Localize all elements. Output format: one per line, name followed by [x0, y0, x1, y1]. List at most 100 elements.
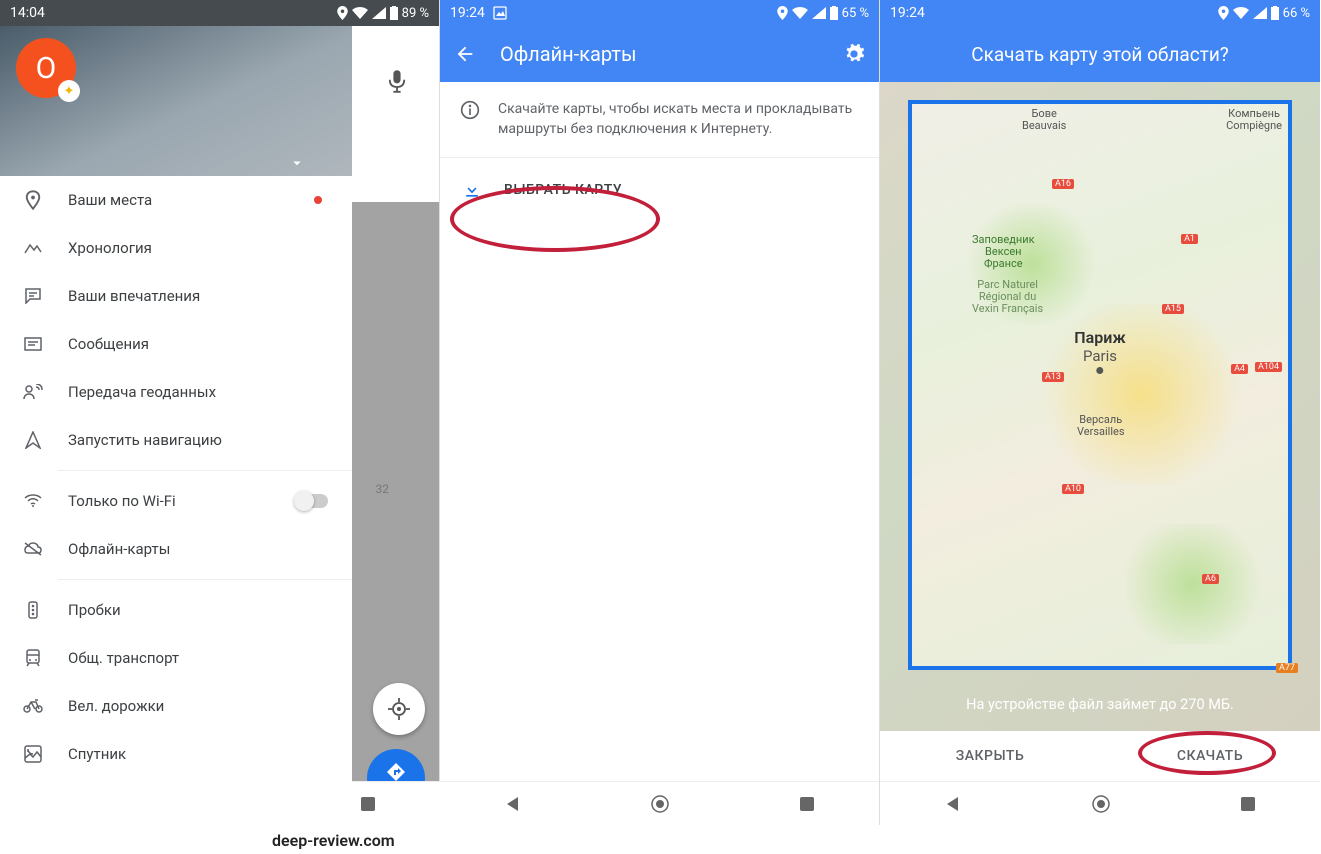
status-time: 19:24 [890, 5, 925, 21]
watermark: deep-review.com [272, 831, 395, 850]
menu-label: Вел. дорожки [68, 697, 164, 715]
menu-timeline[interactable]: Хронология [0, 224, 352, 272]
menu-label: Ваши впечатления [68, 287, 200, 305]
cloud-off-icon [22, 541, 44, 557]
status-bar: 19:24 65 % [440, 0, 879, 26]
menu-traffic[interactable]: Пробки [0, 586, 352, 634]
chevron-down-icon[interactable] [288, 154, 306, 172]
my-location-button[interactable] [373, 683, 425, 735]
pin-icon [22, 190, 44, 210]
image-icon [493, 6, 507, 20]
info-icon [460, 100, 480, 139]
directions-icon [387, 763, 405, 781]
menu-label: Общ. транспорт [68, 649, 179, 667]
timeline-icon [22, 241, 44, 255]
menu-start-navigation[interactable]: Запустить навигацию [0, 416, 352, 464]
download-button[interactable]: СКАЧАТЬ [1100, 731, 1320, 781]
recent-nav-icon[interactable] [360, 796, 376, 812]
city-beauvais: БовеBeauvais [1022, 108, 1066, 132]
signal-icon [1253, 7, 1267, 19]
gear-icon [843, 43, 865, 65]
menu-label: Хронология [68, 239, 152, 257]
road-badge: A4 [1231, 364, 1248, 374]
screen-drawer: 14:04 89 % O ✦ [0, 0, 440, 825]
home-nav-icon[interactable] [650, 794, 670, 814]
menu-label: Сообщения [68, 335, 149, 353]
download-icon [462, 180, 482, 200]
menu-satellite[interactable]: Спутник [0, 730, 352, 778]
transit-icon [22, 649, 44, 667]
road-badge: A77 [1276, 663, 1298, 673]
location-icon [1218, 6, 1229, 20]
bike-icon [22, 699, 44, 713]
map-selection-frame[interactable]: Париж Paris ВерсальVersailles БовеBeauva… [908, 100, 1292, 670]
road-badge: A104 [1255, 362, 1282, 372]
map-area[interactable]: Париж Paris ВерсальVersailles БовеBeauva… [880, 82, 1320, 731]
city-paris: Париж Paris [1074, 328, 1125, 374]
app-bar: Офлайн-карты [440, 26, 879, 82]
info-banner: Скачайте карты, чтобы искать места и про… [440, 82, 879, 158]
cancel-button[interactable]: ЗАКРЫТЬ [880, 731, 1100, 781]
back-button[interactable] [454, 43, 476, 65]
download-title: Скачать карту этой области? [880, 26, 1320, 82]
city-versailles: ВерсальVersailles [1077, 414, 1125, 438]
action-bar: ЗАКРЫТЬ СКАЧАТЬ [880, 731, 1320, 781]
menu-label: Передача геоданных [68, 383, 216, 401]
signal-icon [372, 7, 386, 19]
road-badge: A1 [1181, 234, 1198, 244]
avatar-letter: O [36, 51, 57, 86]
status-time: 19:24 [450, 5, 485, 21]
wifi-icon [1233, 7, 1249, 19]
android-navbar [440, 781, 879, 825]
avatar[interactable]: O ✦ [16, 38, 76, 98]
select-map-button[interactable]: ВЫБРАТЬ КАРТУ [440, 158, 879, 222]
wifi-icon [792, 7, 808, 19]
app-bar-title: Офлайн-карты [500, 42, 819, 66]
android-navbar [880, 781, 1320, 825]
map-background[interactable]: 32 В ПУТЬ [351, 202, 439, 825]
location-icon [777, 6, 788, 20]
wifi-only-toggle[interactable] [294, 494, 328, 508]
recent-nav-icon[interactable] [799, 796, 815, 812]
home-nav-icon[interactable] [1091, 794, 1111, 814]
road-badge: A10 [1062, 484, 1084, 494]
voice-search-button[interactable] [373, 57, 421, 105]
menu-transit[interactable]: Общ. транспорт [0, 634, 352, 682]
crosshair-icon [388, 698, 410, 720]
menu-label: Запустить навигацию [68, 431, 222, 449]
status-battery: 89 % [402, 6, 429, 21]
location-share-icon [22, 384, 44, 400]
download-size-text: На устройстве файл займет до 270 МБ. [880, 696, 1320, 713]
settings-button[interactable] [843, 43, 865, 65]
traffic-icon [22, 601, 44, 619]
road-badge: A15 [1162, 304, 1184, 314]
park-vexin-ru: Заповедник Вексен Франсе [972, 234, 1035, 270]
recent-nav-icon[interactable] [1240, 796, 1256, 812]
map-label: 32 [376, 482, 390, 496]
menu-label: Только по Wi-Fi [68, 492, 176, 510]
status-battery: 65 % [842, 6, 869, 21]
road-badge: A6 [1202, 574, 1219, 584]
wifi-icon [22, 494, 44, 508]
menu-wifi-only[interactable]: Только по Wi-Fi [0, 477, 352, 525]
menu-location-sharing[interactable]: Передача геоданных [0, 368, 352, 416]
menu-messages[interactable]: Сообщения [0, 320, 352, 368]
chat-icon [22, 288, 44, 304]
location-icon [337, 6, 348, 20]
status-bar: 14:04 89 % [0, 0, 439, 26]
select-map-label: ВЫБРАТЬ КАРТУ [504, 182, 622, 198]
status-bar: 19:24 66 % [880, 0, 1320, 26]
back-nav-icon[interactable] [944, 795, 962, 813]
screen-offline-maps: 19:24 65 % Офлайн-карты Скачайте карты, … [440, 0, 880, 825]
back-nav-icon[interactable] [504, 795, 522, 813]
menu-label: Спутник [68, 745, 126, 763]
menu-offline-maps[interactable]: Офлайн-карты [0, 525, 352, 573]
menu-contributions[interactable]: Ваши впечатления [0, 272, 352, 320]
menu-your-places[interactable]: Ваши места [0, 176, 352, 224]
menu-bike[interactable]: Вел. дорожки [0, 682, 352, 730]
menu-label: Ваши места [68, 191, 152, 209]
road-badge: A16 [1052, 179, 1074, 189]
drawer-header: O ✦ [0, 26, 352, 176]
info-text: Скачайте карты, чтобы искать места и про… [498, 100, 859, 139]
wifi-icon [352, 7, 368, 19]
